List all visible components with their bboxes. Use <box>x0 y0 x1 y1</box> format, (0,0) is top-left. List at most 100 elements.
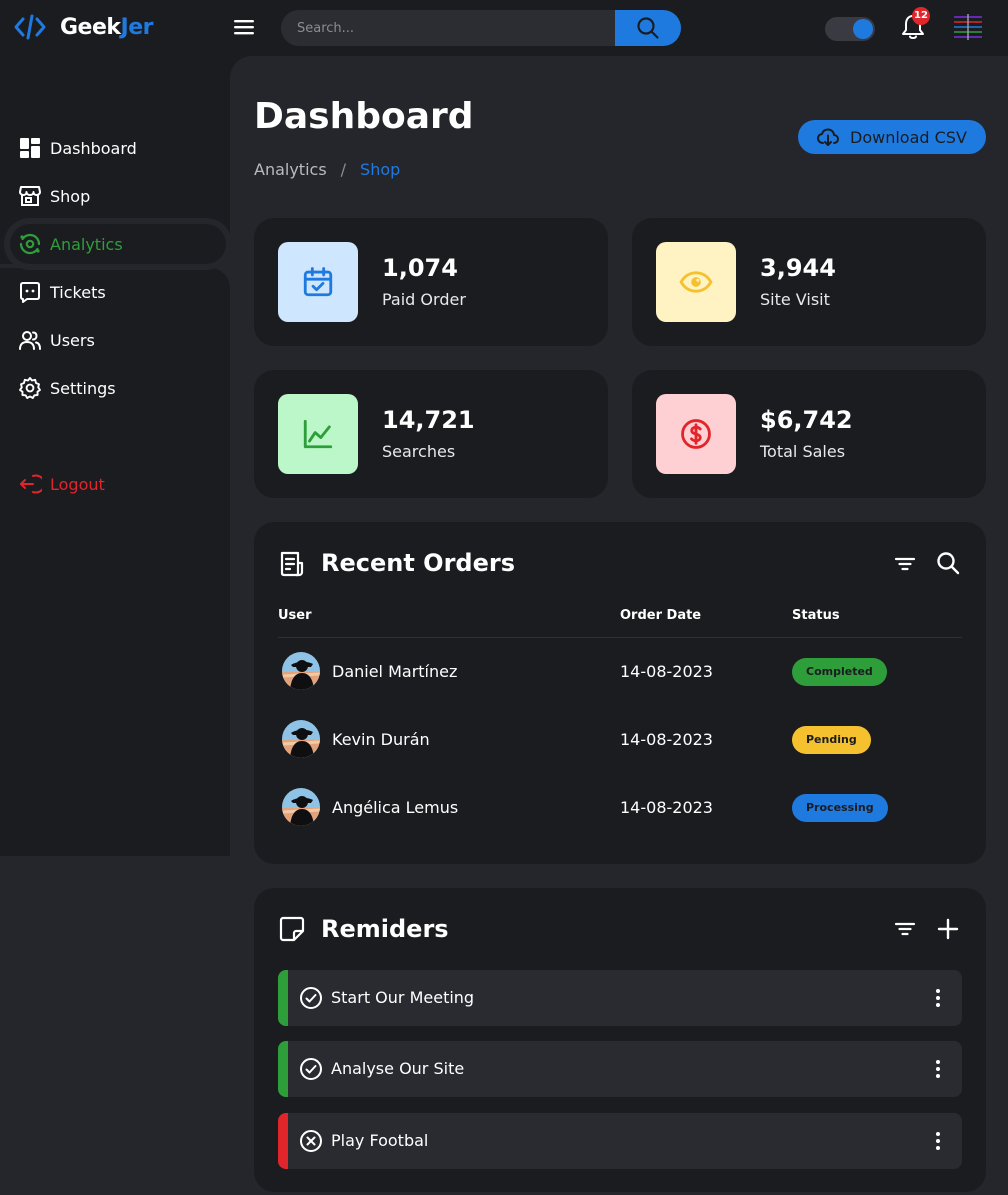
order-date: 14-08-2023 <box>620 798 713 817</box>
brand-name: GeekJer <box>60 14 154 40</box>
reminder-item[interactable]: Analyse Our Site <box>278 1041 962 1097</box>
stat-icon-box <box>278 242 358 322</box>
user-avatar-icon[interactable] <box>952 13 984 41</box>
code-logo-icon <box>14 14 46 40</box>
sidebar-item-logout[interactable]: Logout <box>10 464 226 504</box>
sidebar-item-label: Users <box>50 330 95 350</box>
brand-name-part1: Geek <box>60 14 121 40</box>
plus-icon[interactable] <box>935 916 961 942</box>
reminders-panel: Remiders Start Our Meeting Analyse Our S… <box>254 888 986 1192</box>
calendar-check-icon <box>303 267 333 297</box>
sticky-note-icon <box>279 916 305 942</box>
reminder-status-bar <box>278 1041 288 1097</box>
theme-toggle[interactable] <box>825 17 875 41</box>
table-divider <box>278 637 962 638</box>
stat-label: Total Sales <box>760 442 846 461</box>
brand[interactable]: GeekJer <box>14 12 154 42</box>
breadcrumb: Analytics / Shop <box>254 160 400 179</box>
sidebar-item-dashboard[interactable]: Dashboard <box>10 128 226 168</box>
sidebar-item-users[interactable]: Users <box>10 320 226 360</box>
check-circle-icon[interactable] <box>299 986 323 1010</box>
download-csv-button[interactable]: Download CSV <box>798 120 986 154</box>
line-chart-icon <box>303 419 333 449</box>
reminder-text: Analyse Our Site <box>331 1059 465 1078</box>
stat-icon-box <box>656 394 736 474</box>
search-button[interactable] <box>615 10 681 46</box>
sidebar-item-label: Dashboard <box>50 138 137 158</box>
sidebar-item-label: Settings <box>50 378 116 398</box>
reminder-item[interactable]: Start Our Meeting <box>278 970 962 1026</box>
table-row[interactable]: Angélica Lemus 14-08-2023 Processing <box>278 786 962 830</box>
stat-label: Paid Order <box>382 290 466 309</box>
download-csv-label: Download CSV <box>850 127 967 147</box>
status-badge: Pending <box>792 726 871 754</box>
user-avatar <box>282 720 320 758</box>
column-header-status[interactable]: Status <box>792 608 840 623</box>
stat-card-site-visit[interactable]: 3,944 Site Visit <box>632 218 986 346</box>
column-header-user[interactable]: User <box>278 608 312 623</box>
sidebar: Dashboard Shop Analytics Tickets Users S… <box>0 56 230 856</box>
users-icon <box>19 331 41 350</box>
filter-icon[interactable] <box>892 551 918 577</box>
gear-icon <box>19 377 41 399</box>
toggle-knob <box>853 19 873 39</box>
page-title: Dashboard <box>254 96 474 137</box>
notification-badge: 12 <box>912 7 930 25</box>
receipt-icon <box>280 551 304 577</box>
search-input[interactable] <box>281 10 615 46</box>
column-header-order-date[interactable]: Order Date <box>620 608 701 623</box>
reminder-status-bar <box>278 970 288 1026</box>
reminder-item[interactable]: Play Footbal <box>278 1113 962 1169</box>
order-user-name: Daniel Martínez <box>332 662 458 681</box>
x-circle-icon[interactable] <box>299 1129 323 1153</box>
filter-icon[interactable] <box>892 916 918 942</box>
stat-card-paid-order[interactable]: 1,074 Paid Order <box>254 218 608 346</box>
menu-icon[interactable] <box>233 17 255 37</box>
stat-icon-box <box>278 394 358 474</box>
more-vertical-icon[interactable] <box>926 986 950 1010</box>
status-badge: Processing <box>792 794 888 822</box>
order-date: 14-08-2023 <box>620 730 713 749</box>
logout-icon <box>20 474 42 494</box>
check-circle-icon[interactable] <box>299 1057 323 1081</box>
table-row[interactable]: Kevin Durán 14-08-2023 Pending <box>278 718 962 762</box>
reminder-text: Start Our Meeting <box>331 988 475 1007</box>
stat-value: 14,721 <box>382 406 475 434</box>
panel-title: Recent Orders <box>321 549 515 577</box>
sidebar-item-settings[interactable]: Settings <box>10 368 226 408</box>
recent-orders-panel: Recent Orders User Order Date Status Dan… <box>254 522 986 864</box>
shop-icon <box>19 186 41 206</box>
breadcrumb-item-shop[interactable]: Shop <box>360 160 400 179</box>
more-vertical-icon[interactable] <box>926 1129 950 1153</box>
sidebar-item-shop[interactable]: Shop <box>10 176 226 216</box>
analytics-icon <box>19 233 41 255</box>
sidebar-item-label: Tickets <box>50 282 106 302</box>
cloud-download-icon <box>817 128 839 146</box>
dashboard-icon <box>20 138 40 158</box>
order-user-name: Kevin Durán <box>332 730 430 749</box>
sidebar-item-label: Shop <box>50 186 91 206</box>
top-bar: GeekJer 12 <box>0 0 1008 56</box>
tickets-icon <box>20 282 40 303</box>
stat-label: Searches <box>382 442 456 461</box>
stat-value: 1,074 <box>382 254 458 282</box>
sidebar-item-tickets[interactable]: Tickets <box>10 272 226 312</box>
stat-value: 3,944 <box>760 254 836 282</box>
table-row[interactable]: Daniel Martínez 14-08-2023 Completed <box>278 650 962 694</box>
reminder-status-bar <box>278 1113 288 1169</box>
search-icon <box>637 17 659 39</box>
dollar-icon <box>681 419 711 449</box>
search-bar <box>281 10 681 46</box>
more-vertical-icon[interactable] <box>926 1057 950 1081</box>
reminder-text: Play Footbal <box>331 1131 429 1150</box>
order-user-name: Angélica Lemus <box>332 798 459 817</box>
breadcrumb-item-analytics[interactable]: Analytics <box>254 160 327 179</box>
breadcrumb-separator: / <box>340 160 347 179</box>
eye-icon <box>679 271 713 293</box>
search-icon[interactable] <box>935 550 961 576</box>
user-avatar <box>282 788 320 826</box>
panel-title: Remiders <box>321 915 449 943</box>
stat-card-total-sales[interactable]: $6,742 Total Sales <box>632 370 986 498</box>
sidebar-item-analytics[interactable]: Analytics <box>10 224 226 264</box>
stat-card-searches[interactable]: 14,721 Searches <box>254 370 608 498</box>
